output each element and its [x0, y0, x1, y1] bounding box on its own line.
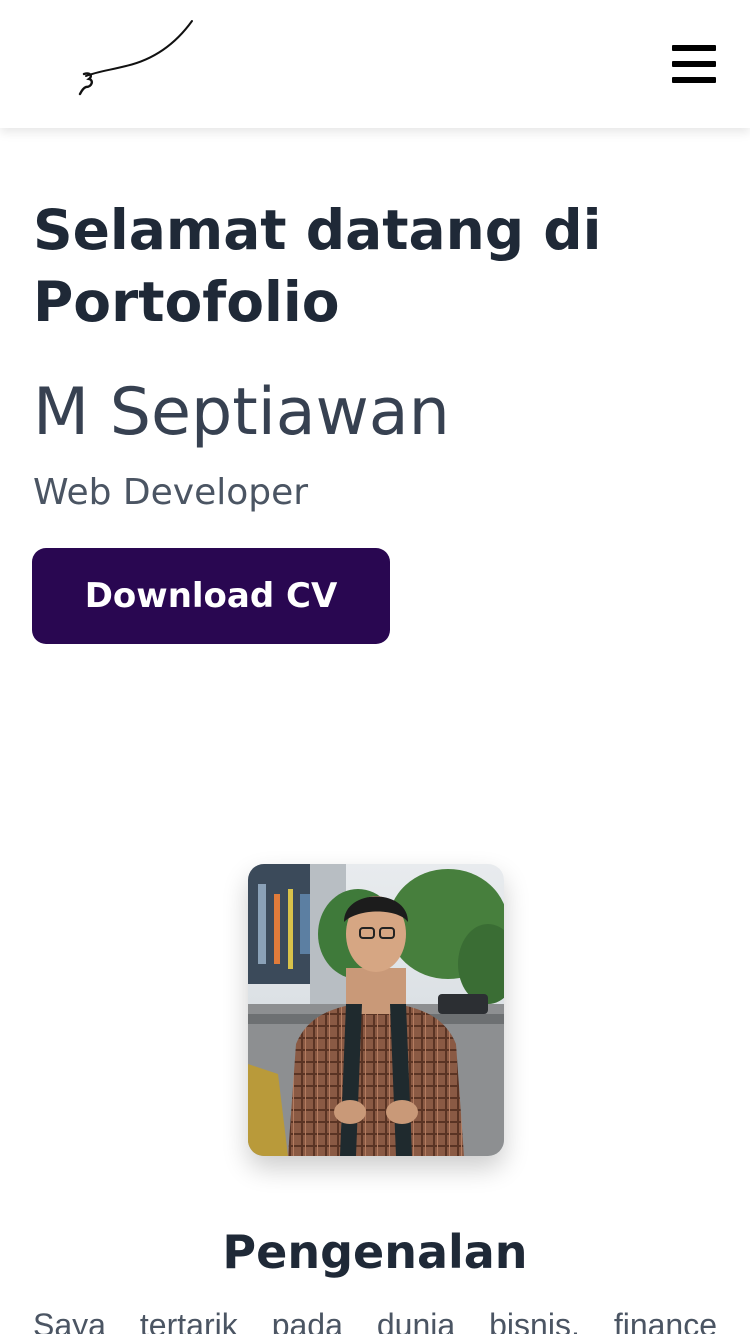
- about-text: Saya tertarik pada dunia bisnis, finance: [33, 1307, 717, 1334]
- hamburger-menu-icon: [672, 45, 716, 51]
- hamburger-menu-icon-bar: [672, 61, 716, 67]
- hamburger-menu-icon-bar: [672, 77, 716, 83]
- hero-title: Selamat datang di Portofolio: [33, 198, 602, 334]
- profile-photo: [248, 864, 504, 1156]
- about-title: Pengenalan: [222, 1225, 528, 1279]
- portfolio-page: Selamat datang di Portofolio M Septiawan…: [0, 0, 750, 1334]
- menu-button[interactable]: [668, 40, 720, 88]
- navbar: [0, 0, 750, 128]
- hero-role: Web Developer: [33, 472, 309, 513]
- download-cv-button[interactable]: Download CV: [32, 548, 390, 644]
- signature-logo[interactable]: [74, 16, 204, 100]
- signature-logo-icon: [78, 20, 193, 96]
- hero-name: M Septiawan: [33, 375, 450, 450]
